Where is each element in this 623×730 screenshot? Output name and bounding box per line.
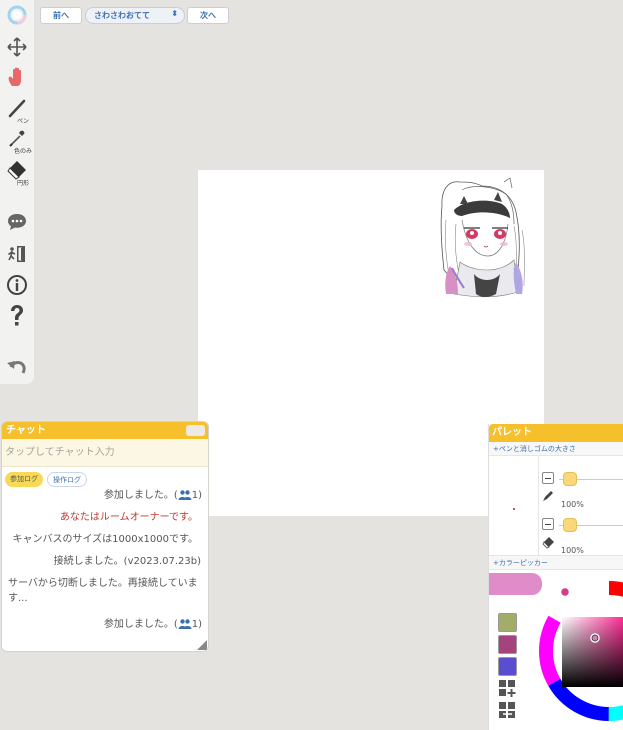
palette-header: パレット: [489, 424, 623, 442]
eyedropper-tool[interactable]: 色のみ: [0, 128, 34, 155]
undo-tool[interactable]: [0, 358, 34, 376]
pen-size-minus-button[interactable]: [542, 472, 554, 484]
chat-tool[interactable]: [0, 213, 34, 231]
color-swatch[interactable]: [498, 635, 517, 654]
help-icon: [11, 305, 23, 326]
eraser-size-slider[interactable]: [563, 518, 577, 532]
pen-icon: [543, 491, 553, 501]
next-button[interactable]: 次へ: [187, 7, 229, 24]
chat-collapse-button[interactable]: [186, 425, 205, 436]
pen-icon: [8, 99, 26, 118]
size-section-toggle[interactable]: +ペンと消しゴムの大きさ: [489, 442, 623, 456]
eyedropper-tool-label: 色のみ: [13, 148, 32, 155]
app-logo[interactable]: [0, 5, 34, 25]
tab-operation-log[interactable]: 操作ログ: [47, 472, 87, 487]
chat-message-owner: あなたはルームオーナーです。: [59, 512, 198, 523]
divider: [538, 456, 539, 555]
eraser-size-value: 100%: [561, 546, 584, 555]
resize-handle-icon[interactable]: [197, 640, 207, 650]
size-area: 100% 100%: [489, 456, 623, 556]
palette-panel: パレット +ペンと消しゴムの大きさ 100% 100% +カラーピッカー: [488, 424, 623, 730]
chat-header: チャット: [2, 422, 208, 439]
info-tool[interactable]: [0, 274, 34, 296]
eraser-icon: [7, 161, 26, 180]
swatch-manager-icon[interactable]: [498, 701, 517, 720]
chat-input-placeholder: タップしてチャット入力: [5, 447, 115, 458]
exit-icon: [8, 246, 25, 262]
add-swatch-icon[interactable]: [498, 679, 517, 698]
chat-panel: チャット タップしてチャット入力 参加ログ 操作ログ 参加しました。(1) あな…: [1, 421, 209, 652]
move-tool[interactable]: [0, 37, 34, 57]
chat-message: サーバから切断しました。再接続しています...: [8, 578, 198, 604]
color-wheel[interactable]: [529, 580, 623, 730]
room-select-value: さわさわおてて: [94, 11, 150, 20]
chat-message: 参加しました。(1): [103, 619, 202, 630]
color-picker-area: [489, 570, 623, 730]
chat-message: キャンバスのサイズは1000x1000です。: [12, 534, 198, 545]
eraser-tool-label: 円形: [16, 180, 29, 187]
eyedropper-icon: [9, 130, 25, 147]
tab-join-log[interactable]: 参加ログ: [5, 472, 43, 487]
hand-tool[interactable]: [0, 66, 34, 88]
prev-button[interactable]: 前へ: [40, 7, 82, 24]
exit-tool[interactable]: [0, 244, 34, 264]
toolbar: ペン 色のみ 円形: [0, 0, 34, 384]
chat-message: 接続しました。(v2023.07.23b): [53, 556, 201, 567]
people-icon: [178, 619, 192, 629]
room-select[interactable]: さわさわおてて ⬍: [85, 7, 185, 24]
eraser-icon: [542, 537, 554, 549]
chat-title: チャット: [6, 425, 46, 436]
chat-bubble-icon: [8, 214, 26, 230]
logo-icon: [7, 5, 27, 25]
color-swatch[interactable]: [498, 657, 517, 676]
chat-message: 参加しました。(1): [103, 490, 202, 501]
hand-icon: [8, 67, 21, 86]
picker-section-toggle[interactable]: +カラーピッカー: [489, 556, 623, 570]
info-icon: [7, 275, 27, 295]
move-icon: [7, 37, 27, 57]
color-swatch[interactable]: [498, 613, 517, 632]
pen-size-value: 100%: [561, 500, 584, 509]
brush-preview-dot: [513, 508, 515, 510]
log-tabs: 参加ログ 操作ログ: [2, 467, 208, 487]
help-tool[interactable]: [0, 304, 34, 328]
eraser-size-minus-button[interactable]: [542, 518, 554, 530]
people-icon: [178, 490, 192, 500]
eraser-tool[interactable]: 円形: [0, 160, 34, 187]
chevron-updown-icon: ⬍: [171, 9, 178, 18]
chat-input[interactable]: タップしてチャット入力: [2, 439, 208, 467]
pen-tool[interactable]: ペン: [0, 98, 34, 125]
pen-size-slider[interactable]: [563, 472, 577, 486]
undo-icon: [7, 361, 26, 374]
pen-tool-label: ペン: [16, 118, 29, 125]
